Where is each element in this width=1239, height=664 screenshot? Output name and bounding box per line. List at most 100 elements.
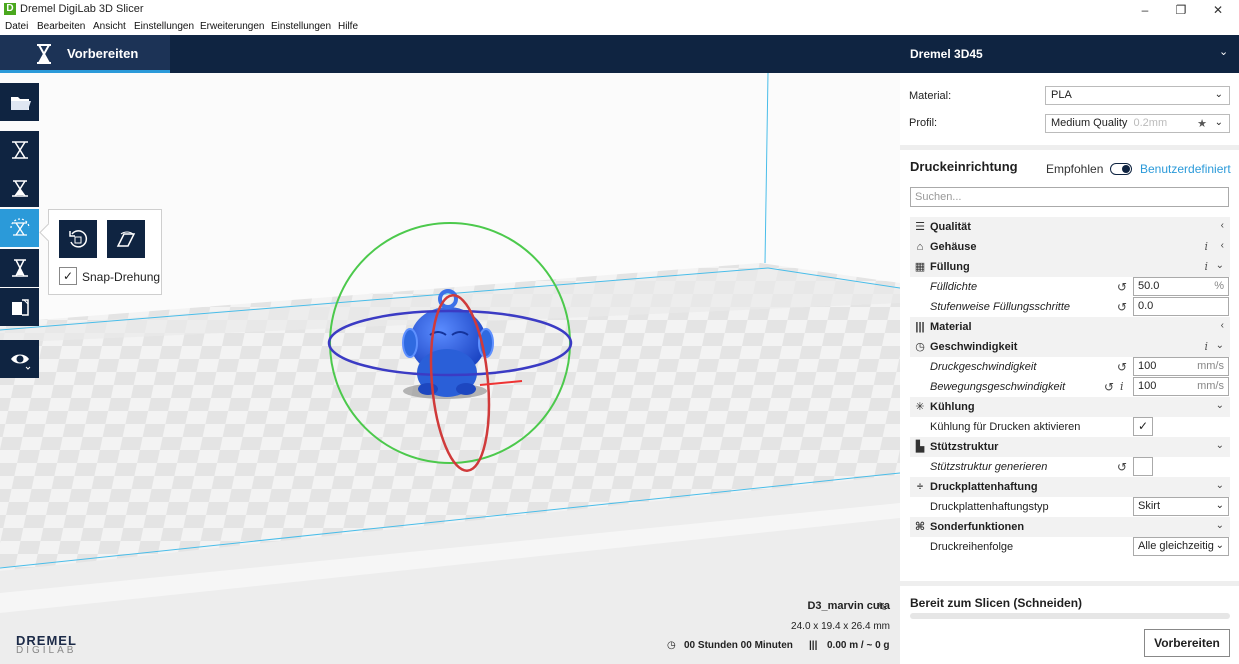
reset-icon[interactable]: ↺ (1117, 280, 1127, 294)
title-bar: D Dremel DigiLab 3D Slicer – ❐ ✕ (0, 0, 1239, 20)
adhesion-type-select[interactable]: Skirt ⌄ (1133, 497, 1229, 516)
setting-infill-density: Fülldichte ↺ 50.0 % (910, 277, 1230, 297)
category-support[interactable]: ▙ Stützstruktur ⌄ (910, 437, 1230, 457)
category-quality[interactable]: ☰ Qualität ‹ (910, 217, 1230, 237)
prepare-button[interactable]: Vorbereiten (1144, 629, 1230, 657)
divider (900, 145, 1239, 150)
print-speed-input[interactable]: 100 mm/s (1133, 357, 1229, 376)
maximize-button[interactable]: ❐ (1163, 0, 1199, 20)
chevron-left-icon: ‹ (1220, 220, 1224, 231)
snap-rotation-checkbox[interactable]: ✓ (59, 267, 77, 285)
menu-bar: Datei Bearbeiten Ansicht Einstellungen E… (0, 20, 1239, 35)
chevron-down-icon: ⌄ (1214, 89, 1223, 100)
category-special[interactable]: ⌘ Sonderfunktionen ⌄ (910, 517, 1230, 537)
slice-progress-bar (910, 613, 1230, 619)
info-icon: i (1204, 340, 1208, 353)
shell-icon: ⌂ (916, 241, 924, 253)
print-sequence-select[interactable]: Alle gleichzeitig ⌄ (1133, 537, 1229, 556)
stage-bar: Vorbereiten Dremel 3D45 ⌄ (0, 35, 1239, 73)
mode-toggle[interactable] (1110, 163, 1132, 175)
eye-icon (10, 354, 30, 370)
chevron-down-icon: ⌄ (1214, 117, 1223, 128)
menu-einstellungen[interactable]: Einstellungen (134, 21, 194, 32)
reset-rotation-button[interactable] (59, 220, 97, 258)
setting-print-speed: Druckgeschwindigkeit ↺ 100 mm/s (910, 357, 1230, 377)
setting-travel-speed: Bewegungsgeschwindigkeit ↺ i 100 mm/s (910, 377, 1230, 397)
minimize-button[interactable]: – (1127, 0, 1163, 20)
material-dropdown[interactable]: PLA ⌄ (1045, 86, 1230, 105)
recommended-mode[interactable]: Empfohlen (1046, 162, 1103, 176)
dremel-logo: DREMEL DIGILAB (16, 633, 77, 656)
material-usage: 0.00 m / ~ 0 g (827, 640, 890, 651)
settings-search-input[interactable]: Suchen... (910, 187, 1229, 207)
info-icon: i (1204, 260, 1208, 273)
custom-mode[interactable]: Benutzerdefiniert (1140, 162, 1231, 176)
prepare-icon (37, 44, 51, 64)
enable-cooling-checkbox[interactable]: ✓ (1133, 417, 1153, 436)
chevron-down-icon: ⌄ (1215, 260, 1224, 271)
app-icon: D (4, 3, 16, 15)
category-shell[interactable]: ⌂ Gehäuse i ‹ (910, 237, 1230, 257)
menu-hilfe[interactable]: Hilfe (338, 21, 358, 32)
category-material[interactable]: ||| Material ‹ (910, 317, 1230, 337)
travel-speed-input[interactable]: 100 mm/s (1133, 377, 1229, 396)
reset-icon[interactable]: ↺ (1117, 300, 1127, 314)
generate-support-checkbox[interactable] (1133, 457, 1153, 476)
pencil-icon[interactable]: ✎ (877, 600, 887, 614)
menu-bearbeiten[interactable]: Bearbeiten (37, 21, 85, 32)
rotate-panel: ✓ Snap-Drehung (48, 209, 162, 295)
menu-erweiterungen[interactable]: Erweiterungen (200, 21, 264, 32)
menu-einstellungen-2[interactable]: Einstellungen (271, 21, 331, 32)
setting-print-sequence: Druckreihenfolge Alle gleichzeitig ⌄ (910, 537, 1230, 557)
category-adhesion[interactable]: ÷ Druckplattenhaftung ⌄ (910, 477, 1230, 497)
view-mode-button[interactable] (0, 340, 39, 378)
setting-adhesion-type: Druckplattenhaftungstyp Skirt ⌄ (910, 497, 1230, 517)
print-setup-title: Druckeinrichtung (910, 159, 1018, 174)
open-file-button[interactable] (0, 83, 39, 121)
3d-viewport[interactable] (0, 73, 900, 664)
folder-icon (10, 97, 31, 110)
material-label: Material: (909, 90, 952, 102)
build-plate-scene (0, 73, 900, 664)
chevron-down-icon: ⌄ (1215, 340, 1224, 351)
reset-icon[interactable]: ↺ (1104, 380, 1114, 394)
setting-enable-cooling: Kühlung für Drucken aktivieren ✓ (910, 417, 1230, 437)
chevron-down-icon: ⌄ (1215, 400, 1224, 411)
category-speed[interactable]: ◷ Geschwindigkeit i ⌄ (910, 337, 1230, 357)
mirror-tool[interactable] (0, 249, 39, 287)
printer-selector[interactable]: Dremel 3D45 (910, 47, 983, 61)
category-cooling[interactable]: ✳ Kühlung ⌄ (910, 397, 1230, 417)
rotate-tool[interactable] (0, 209, 39, 247)
tab-prepare-label: Vorbereiten (67, 46, 139, 61)
gradual-infill-input[interactable]: 0.0 (1133, 297, 1229, 316)
close-button[interactable]: ✕ (1200, 0, 1236, 20)
profile-dropdown[interactable]: Medium Quality 0.2mm ★ ⌄ (1045, 114, 1230, 133)
move-tool[interactable] (0, 131, 39, 169)
speed-icon: ◷ (915, 341, 925, 353)
profile-label: Profil: (909, 117, 938, 129)
support-icon (11, 299, 29, 316)
category-infill[interactable]: ▦ Füllung i ⌄ (910, 257, 1230, 277)
menu-ansicht[interactable]: Ansicht (93, 21, 126, 32)
support-blocker-tool[interactable] (0, 288, 39, 326)
material-icon: ||| (915, 321, 925, 333)
infill-density-input[interactable]: 50.0 % (1133, 277, 1229, 296)
mirror-icon (11, 259, 28, 277)
chevron-down-icon: ⌄ (1215, 440, 1224, 451)
chevron-down-icon: ⌄ (1215, 480, 1224, 491)
reset-icon[interactable]: ↺ (1117, 360, 1127, 374)
lay-flat-button[interactable] (107, 220, 145, 258)
snap-rotation-label: Snap-Drehung (82, 270, 161, 284)
chevron-down-icon: ⌄ (1215, 520, 1224, 531)
scale-tool[interactable] (0, 169, 39, 207)
reset-icon[interactable]: ↺ (1117, 460, 1127, 474)
chevron-down-icon[interactable]: ⌄ (1219, 45, 1228, 58)
chevron-down-icon: ⌄ (1215, 500, 1224, 511)
tab-prepare[interactable]: Vorbereiten (0, 35, 170, 73)
filament-icon: ||| (809, 640, 818, 651)
move-icon (11, 141, 28, 159)
reset-rotation-icon (69, 230, 88, 248)
chevron-left-icon: ‹ (1220, 320, 1224, 331)
setting-gradual-infill: Stufenweise Füllungsschritte ↺ 0.0 (910, 297, 1230, 317)
menu-datei[interactable]: Datei (5, 21, 28, 32)
